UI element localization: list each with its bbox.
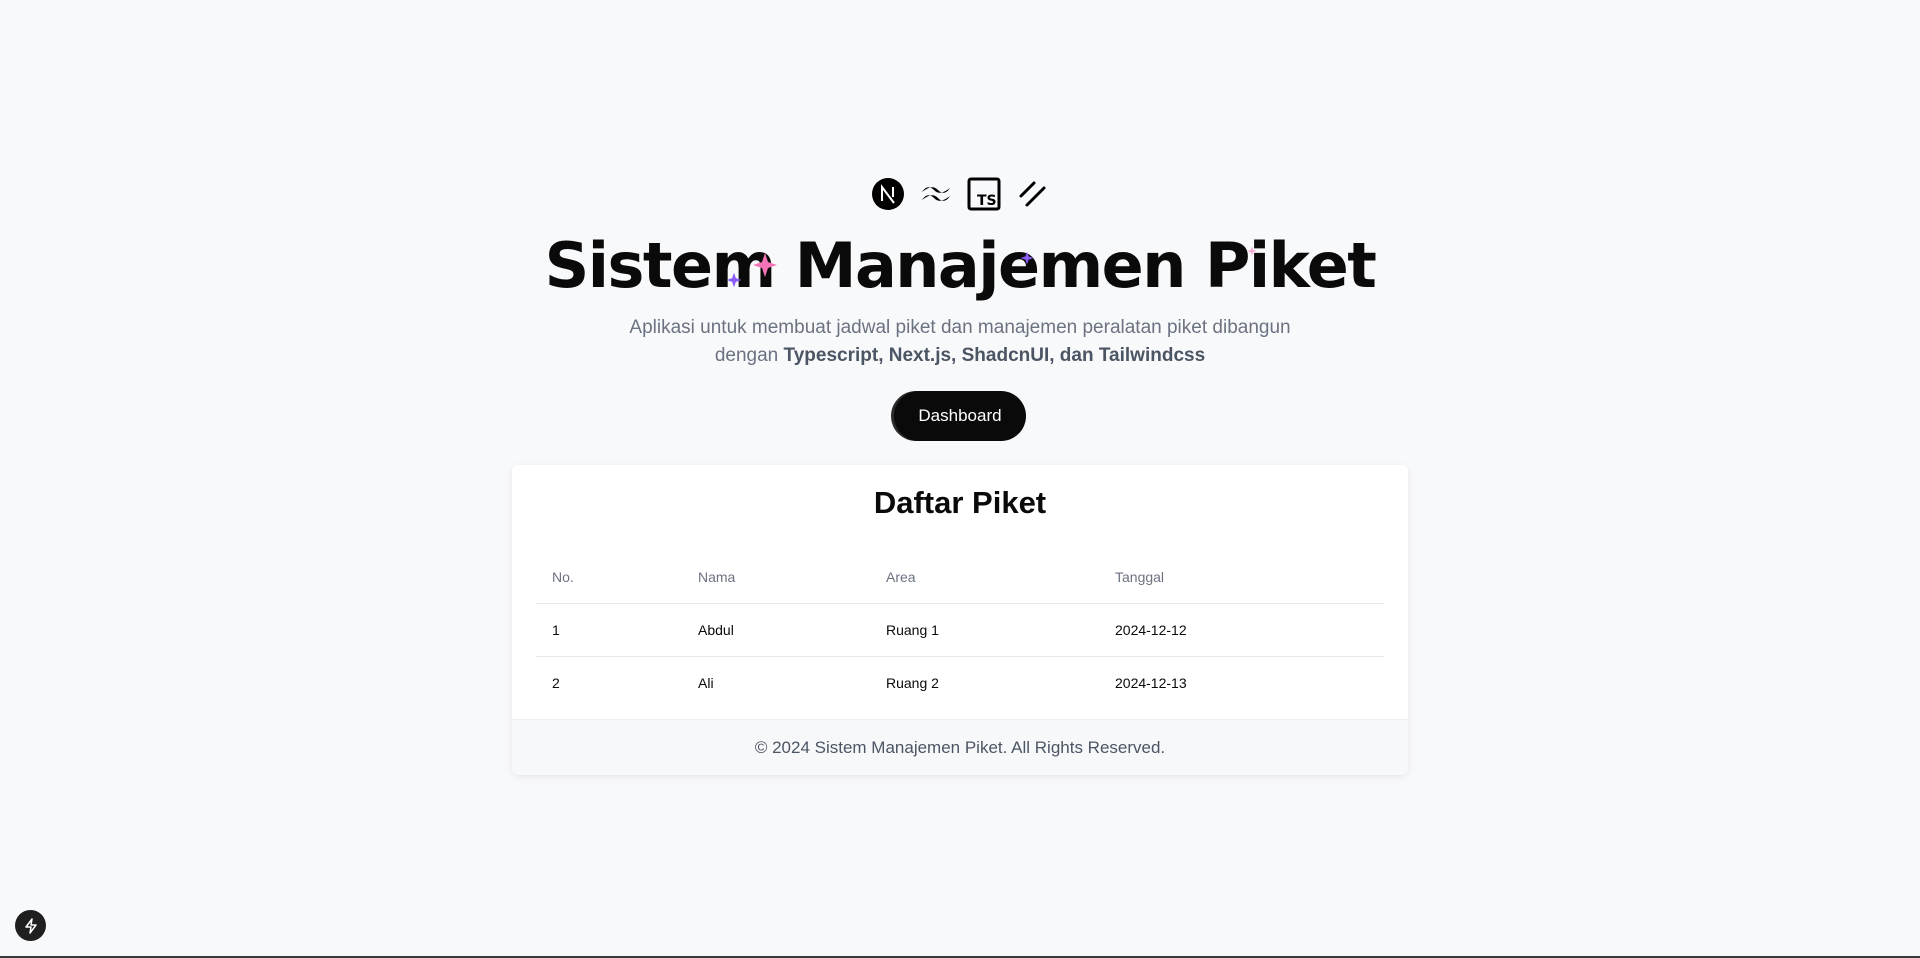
tailwind-icon bbox=[919, 177, 953, 211]
sparkle-icon bbox=[1247, 246, 1257, 256]
subtitle-tech-stack: Typescript, Next.js, ShadcnUI, dan Tailw… bbox=[783, 345, 1206, 366]
nextjs-icon bbox=[871, 177, 905, 211]
piket-table: No. Nama Area Tanggal 1 Abdul Ruang 1 20… bbox=[536, 551, 1384, 709]
tech-icon-row: TS bbox=[0, 177, 1920, 211]
cell-no: 1 bbox=[552, 622, 560, 638]
page-title: Sistem Manajemen Piket bbox=[544, 229, 1377, 302]
column-header-area: Area bbox=[870, 551, 1099, 604]
column-header-nama: Nama bbox=[682, 551, 870, 604]
table-header-row: No. Nama Area Tanggal bbox=[536, 551, 1384, 604]
cell-tanggal: 2024-12-13 bbox=[1099, 656, 1384, 709]
daftar-piket-card: Daftar Piket No. Nama Area Tanggal 1 Abd… bbox=[512, 465, 1408, 775]
typescript-icon: TS bbox=[967, 177, 1001, 211]
cell-nama: Abdul bbox=[698, 622, 734, 638]
cell-nama: Ali bbox=[682, 656, 870, 709]
page: TS Sistem Manajemen Piket Aplikasi untuk… bbox=[0, 0, 1920, 958]
cell-tanggal: 2024-12-12 bbox=[1115, 622, 1187, 638]
sparkle-icon bbox=[726, 272, 742, 288]
card-title: Daftar Piket bbox=[873, 485, 1047, 520]
column-header-tanggal: Tanggal bbox=[1099, 551, 1384, 604]
table-row: 1 Abdul Ruang 1 2024-12-12 bbox=[536, 604, 1384, 657]
hero-subtitle: Aplikasi untuk membuat jadwal piket dan … bbox=[600, 314, 1320, 370]
sparkle-icon bbox=[1020, 251, 1034, 265]
dashboard-button[interactable]: Dashboard bbox=[894, 391, 1026, 441]
lightning-icon bbox=[24, 917, 37, 934]
table-row: 2 Ali Ruang 2 2024-12-13 bbox=[536, 656, 1384, 709]
column-header-no: No. bbox=[536, 551, 682, 604]
cell-area: Ruang 1 bbox=[886, 622, 939, 638]
sparkle-icon bbox=[753, 253, 777, 277]
svg-text:TS: TS bbox=[977, 193, 997, 209]
shadcn-icon bbox=[1015, 177, 1049, 211]
dev-tools-button[interactable] bbox=[15, 910, 46, 941]
copyright-text: © 2024 Sistem Manajemen Piket. All Right… bbox=[754, 737, 1166, 757]
cell-no: 2 bbox=[536, 656, 682, 709]
cell-area: Ruang 2 bbox=[870, 656, 1099, 709]
card-footer: © 2024 Sistem Manajemen Piket. All Right… bbox=[512, 719, 1408, 775]
